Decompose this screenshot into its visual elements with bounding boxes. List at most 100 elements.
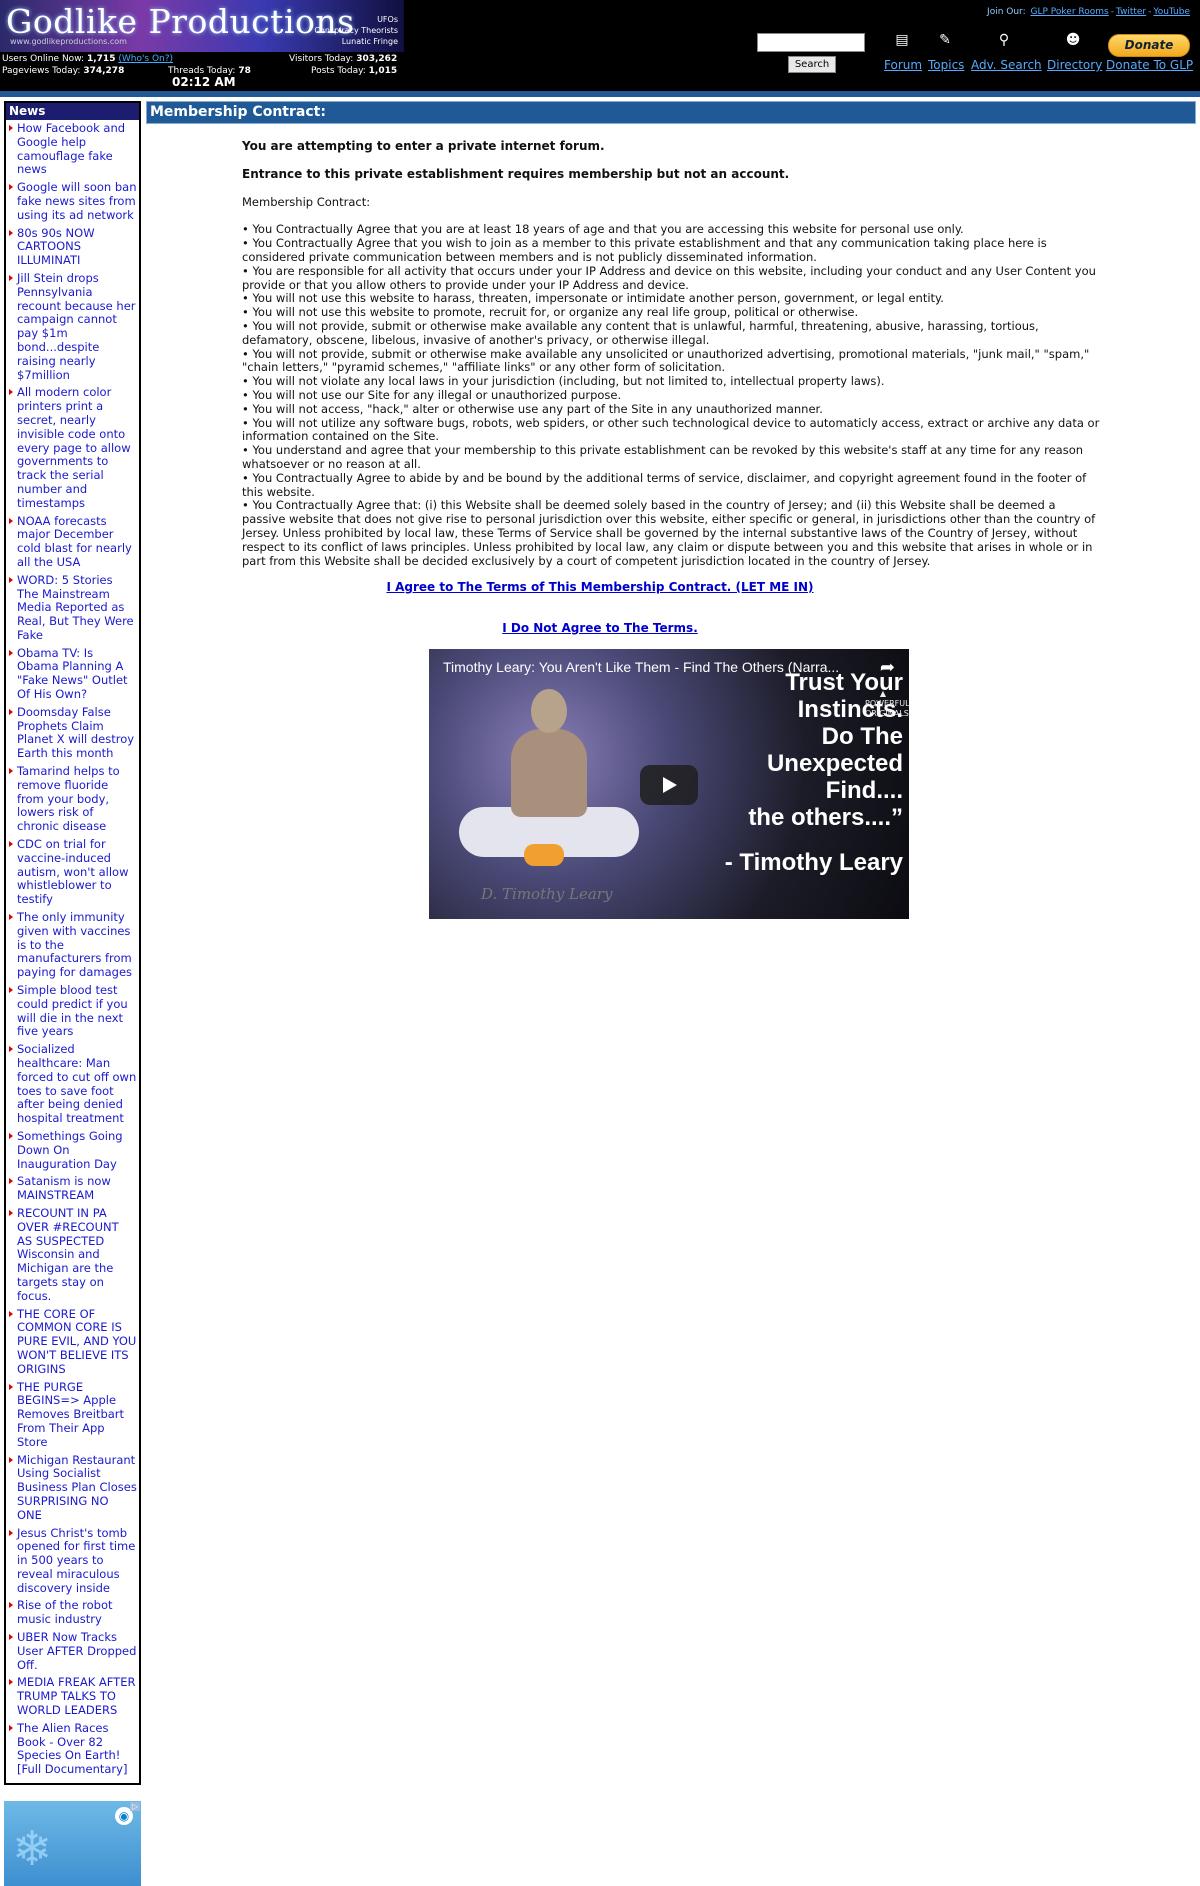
youtube-link[interactable]: YouTube [1153, 7, 1190, 17]
twitter-link[interactable]: Twitter [1116, 7, 1146, 17]
news-link[interactable]: The Alien Races Book - Over 82 Species O… [17, 1721, 127, 1776]
news-link[interactable]: Tamarind helps to remove fluoride from y… [17, 764, 120, 833]
news-item[interactable]: Rise of the robot music industry [8, 1599, 137, 1627]
ad-choices-icon[interactable]: ▷ [129, 1802, 140, 1811]
news-item[interactable]: Tamarind helps to remove fluoride from y… [8, 764, 137, 834]
news-link[interactable]: Satanism is now MAINSTREAM [17, 1174, 111, 1202]
news-item[interactable]: Obama TV: Is Obama Planning A "Fake News… [8, 646, 137, 702]
forum-icon[interactable]: ▤ [892, 32, 912, 50]
news-link[interactable]: Jesus Christ's tomb opened for first tim… [17, 1526, 135, 1595]
arrow-bullet-icon [9, 914, 13, 921]
news-item[interactable]: Jill Stein drops Pennsylvania recount be… [8, 271, 137, 382]
disagree-link[interactable]: I Do Not Agree to The Terms. [502, 621, 698, 635]
news-item[interactable]: 80s 90s NOW CARTOONS ILLUMINATI [8, 226, 137, 268]
news-item[interactable]: All modern color printers print a secret… [8, 385, 137, 510]
contract-content: You are attempting to enter a private in… [242, 139, 1102, 568]
news-item[interactable]: RECOUNT IN PA OVER #RECOUNT AS SUSPECTED… [8, 1206, 137, 1304]
news-link[interactable]: Doomsday False Prophets Claim Planet X w… [17, 705, 134, 760]
news-item[interactable]: NOAA forecasts major December cold blast… [8, 514, 137, 570]
news-link[interactable]: Simple blood test could predict if you w… [17, 983, 128, 1038]
magnifier-icon[interactable]: ⚲ [994, 32, 1014, 50]
news-link[interactable]: Michigan Restaurant Using Socialist Busi… [17, 1453, 137, 1522]
nav-donate[interactable]: Donate To GLP [1106, 58, 1193, 72]
news-item[interactable]: Michigan Restaurant Using Socialist Busi… [8, 1453, 137, 1523]
contract-term: • You Contractually Agree that you wish … [242, 236, 1047, 264]
arrow-bullet-icon [9, 1634, 13, 1641]
arrow-bullet-icon [9, 649, 13, 656]
news-item[interactable]: MEDIA FREAK AFTER TRUMP TALKS TO WORLD L… [8, 1676, 137, 1717]
nav-adv-search[interactable]: Adv. Search [971, 58, 1042, 72]
site-logo[interactable]: Godlike Productions www.godlikeproductio… [0, 0, 404, 52]
arrow-bullet-icon [9, 708, 13, 715]
quote-line: Do The [821, 723, 903, 750]
news-link[interactable]: MEDIA FREAK AFTER TRUMP TALKS TO WORLD L… [17, 1675, 135, 1717]
arrow-bullet-icon [9, 389, 13, 396]
news-item[interactable]: Google will soon ban fake news sites fro… [8, 180, 137, 222]
news-item[interactable]: UBER Now Tracks User AFTER Dropped Off. [8, 1630, 137, 1672]
news-link[interactable]: The only immunity given with vaccines is… [17, 910, 132, 979]
news-item[interactable]: Socialized healthcare: Man forced to cut… [8, 1042, 137, 1126]
news-link[interactable]: NOAA forecasts major December cold blast… [17, 514, 132, 569]
news-link[interactable]: Jill Stein drops Pennsylvania recount be… [17, 271, 136, 382]
channel-badge-text: POWERFUL ORIGINALS [865, 699, 909, 718]
news-link[interactable]: 80s 90s NOW CARTOONS ILLUMINATI [17, 226, 95, 268]
whos-on-link[interactable]: (Who's On?) [118, 54, 173, 64]
news-item[interactable]: THE PURGE BEGINS=> Apple Removes Breitba… [8, 1380, 137, 1450]
agree-link-row: I Agree to The Terms of This Membership … [0, 580, 1200, 594]
news-item[interactable]: CDC on trial for vaccine-induced autism,… [8, 837, 137, 907]
search-input[interactable] [757, 33, 865, 52]
arrow-bullet-icon [9, 125, 13, 131]
nav-directory[interactable]: Directory [1047, 58, 1102, 72]
news-link[interactable]: THE CORE OF COMMON CORE IS PURE EVIL, AN… [17, 1307, 136, 1376]
contract-term: • You Contractually Agree that you are a… [242, 222, 964, 237]
join-our-label: Join Our: [987, 7, 1026, 17]
users-online-label: Users Online Now: [2, 54, 85, 64]
nav-forum[interactable]: Forum [884, 58, 922, 72]
arrow-bullet-icon [9, 841, 13, 848]
contract-term: • You will not use this website to promo… [242, 305, 859, 320]
agree-link[interactable]: I Agree to The Terms of This Membership … [386, 580, 813, 594]
news-link[interactable]: UBER Now Tracks User AFTER Dropped Off. [17, 1630, 136, 1672]
news-item[interactable]: How Facebook and Google help camouflage … [8, 121, 137, 177]
news-link[interactable]: All modern color printers print a secret… [17, 385, 131, 509]
news-link[interactable]: Google will soon ban fake news sites fro… [17, 180, 137, 222]
quote-line: the others....” [748, 804, 903, 831]
contract-term: • You will not utilize any software bugs… [242, 415, 1100, 444]
pageviews-today-value: 374,278 [83, 66, 125, 76]
news-link[interactable]: RECOUNT IN PA OVER #RECOUNT AS SUSPECTED… [17, 1206, 119, 1303]
news-link[interactable]: Somethings Going Down On Inauguration Da… [17, 1129, 123, 1171]
arrow-bullet-icon [9, 517, 13, 524]
sidebar-ad[interactable]: ❄ ◉ ▷ [4, 1801, 141, 1886]
nav-topics[interactable]: Topics [928, 58, 964, 72]
news-link[interactable]: Obama TV: Is Obama Planning A "Fake News… [17, 646, 128, 701]
news-item[interactable]: THE CORE OF COMMON CORE IS PURE EVIL, AN… [8, 1307, 137, 1377]
news-link[interactable]: Rise of the robot music industry [17, 1598, 113, 1626]
news-item[interactable]: Satanism is now MAINSTREAM [8, 1175, 137, 1203]
threads-today-value: 78 [238, 66, 251, 76]
topics-icon[interactable]: ✎ [935, 32, 955, 50]
youtube-video-embed[interactable]: Timothy Leary: You Aren't Like Them - Fi… [429, 649, 909, 919]
arrow-bullet-icon [9, 768, 13, 775]
play-button-icon[interactable] [640, 765, 698, 805]
news-link[interactable]: THE PURGE BEGINS=> Apple Removes Breitba… [17, 1380, 124, 1449]
news-item[interactable]: Doomsday False Prophets Claim Planet X w… [8, 705, 137, 761]
donate-button[interactable]: Donate [1108, 34, 1190, 57]
logo-tag: Conspiracy Theorists [314, 26, 398, 35]
directory-icon[interactable]: ☻ [1063, 32, 1083, 50]
news-item[interactable]: The only immunity given with vaccines is… [8, 910, 137, 980]
logo-url: www.godlikeproductions.com [10, 37, 127, 46]
news-item[interactable]: Somethings Going Down On Inauguration Da… [8, 1129, 137, 1171]
search-button[interactable]: Search [788, 56, 836, 73]
news-item[interactable]: Simple blood test could predict if you w… [8, 983, 137, 1039]
terms-list: • You Contractually Agree that you are a… [242, 223, 1102, 568]
contract-term: • You will not use our Site for any ille… [242, 387, 622, 402]
news-link[interactable]: CDC on trial for vaccine-induced autism,… [17, 837, 128, 906]
news-link[interactable]: How Facebook and Google help camouflage … [17, 121, 125, 176]
contract-term: • You Contractually Agree that: (i) this… [242, 498, 1096, 568]
poker-rooms-link[interactable]: GLP Poker Rooms [1031, 7, 1109, 17]
logo-tags: UFOs Conspiracy Theorists Lunatic Fringe [314, 14, 398, 47]
news-item[interactable]: Jesus Christ's tomb opened for first tim… [8, 1526, 137, 1596]
pageviews-today-label: Pageviews Today: [2, 66, 81, 76]
news-item[interactable]: The Alien Races Book - Over 82 Species O… [8, 1721, 137, 1777]
news-link[interactable]: Socialized healthcare: Man forced to cut… [17, 1042, 136, 1125]
